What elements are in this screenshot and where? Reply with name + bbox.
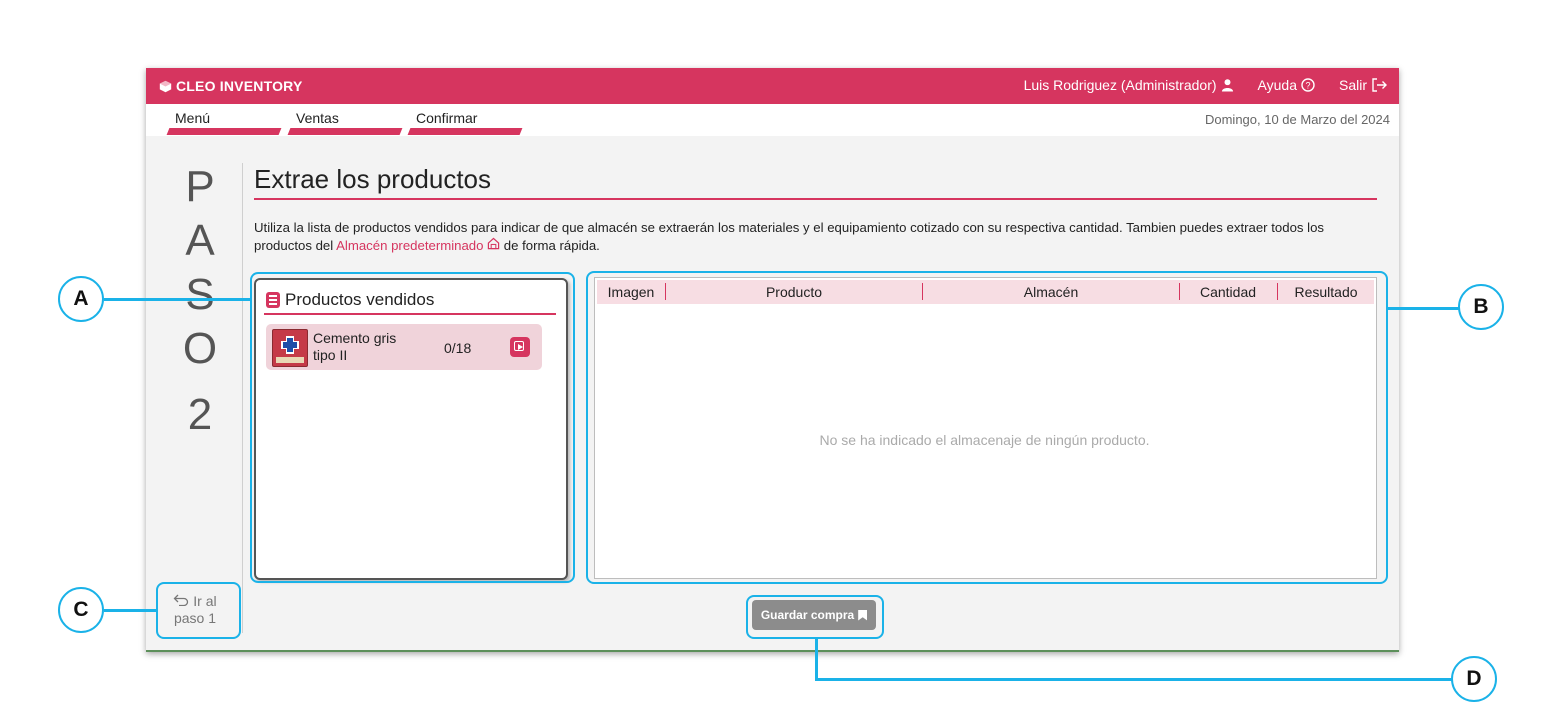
default-warehouse-link[interactable]: Almacén predeterminado xyxy=(336,238,483,253)
user-icon xyxy=(1221,79,1233,92)
help-link[interactable]: Ayuda ? xyxy=(1258,77,1315,93)
step-letter: S xyxy=(185,270,215,319)
step-letter: A xyxy=(185,216,215,265)
step-description: Utiliza la lista de productos vendidos p… xyxy=(254,219,1374,255)
tab-menu-label: Menú xyxy=(175,110,211,126)
description-text-end: de forma rápida. xyxy=(500,238,600,253)
callout-d: D xyxy=(1451,656,1497,702)
tab-menu-underline xyxy=(166,128,282,135)
user-name: Luis Rodriguez (Administrador) xyxy=(1023,77,1217,93)
play-icon xyxy=(518,344,523,350)
tab-ventas-underline xyxy=(287,128,403,135)
logout-icon xyxy=(1372,78,1387,92)
leader-line-c xyxy=(104,609,157,612)
highlight-box-a xyxy=(250,272,575,583)
highlight-box-b xyxy=(586,271,1388,584)
title-underline xyxy=(254,198,1377,200)
tab-menu[interactable]: Menú xyxy=(166,107,282,135)
step-letter: P xyxy=(185,162,215,211)
brand-logo[interactable]: CLEO INVENTORY xyxy=(159,78,302,94)
svg-text:?: ? xyxy=(1305,81,1310,91)
highlight-box-c xyxy=(156,582,241,639)
help-label: Ayuda xyxy=(1257,77,1297,93)
callout-c: C xyxy=(58,587,104,633)
tab-ventas-label: Ventas xyxy=(296,110,339,126)
callout-a: A xyxy=(58,276,104,322)
leader-line-b xyxy=(1387,307,1459,310)
tab-ventas[interactable]: Ventas xyxy=(287,107,403,135)
tab-confirmar[interactable]: Confirmar xyxy=(407,107,523,135)
tab-confirmar-label: Confirmar xyxy=(416,110,478,126)
step-letter: O xyxy=(182,324,218,373)
page-title: Extrae los productos xyxy=(254,164,492,194)
callout-b: B xyxy=(1458,284,1504,330)
user-menu[interactable]: Luis Rodriguez (Administrador) xyxy=(1024,77,1234,93)
step-indicator: P A S O 2 xyxy=(166,160,234,442)
top-bar: CLEO INVENTORY Luis Rodriguez (Administr… xyxy=(146,68,1399,104)
brand-name: CLEO INVENTORY xyxy=(176,78,303,94)
leader-line-a xyxy=(104,298,251,301)
cube-icon xyxy=(159,80,172,92)
highlight-box-d xyxy=(746,595,884,639)
nav-row: Menú Ventas Confirmar Domingo, 10 de Mar… xyxy=(146,104,1399,136)
logout-link[interactable]: Salir xyxy=(1339,77,1387,93)
step-divider xyxy=(242,163,243,633)
window-bottom-edge xyxy=(146,650,1399,652)
leader-line-d-horizontal xyxy=(815,678,1452,681)
top-bar-actions: Luis Rodriguez (Administrador) Ayuda ? S… xyxy=(1024,77,1387,93)
question-icon: ? xyxy=(1301,78,1315,92)
logout-label: Salir xyxy=(1338,77,1367,93)
current-date: Domingo, 10 de Marzo del 2024 xyxy=(1204,112,1390,127)
warehouse-icon[interactable] xyxy=(487,237,500,250)
tab-confirmar-underline xyxy=(407,128,523,135)
leader-line-d-vertical xyxy=(815,638,818,680)
step-number: 2 xyxy=(187,390,213,439)
